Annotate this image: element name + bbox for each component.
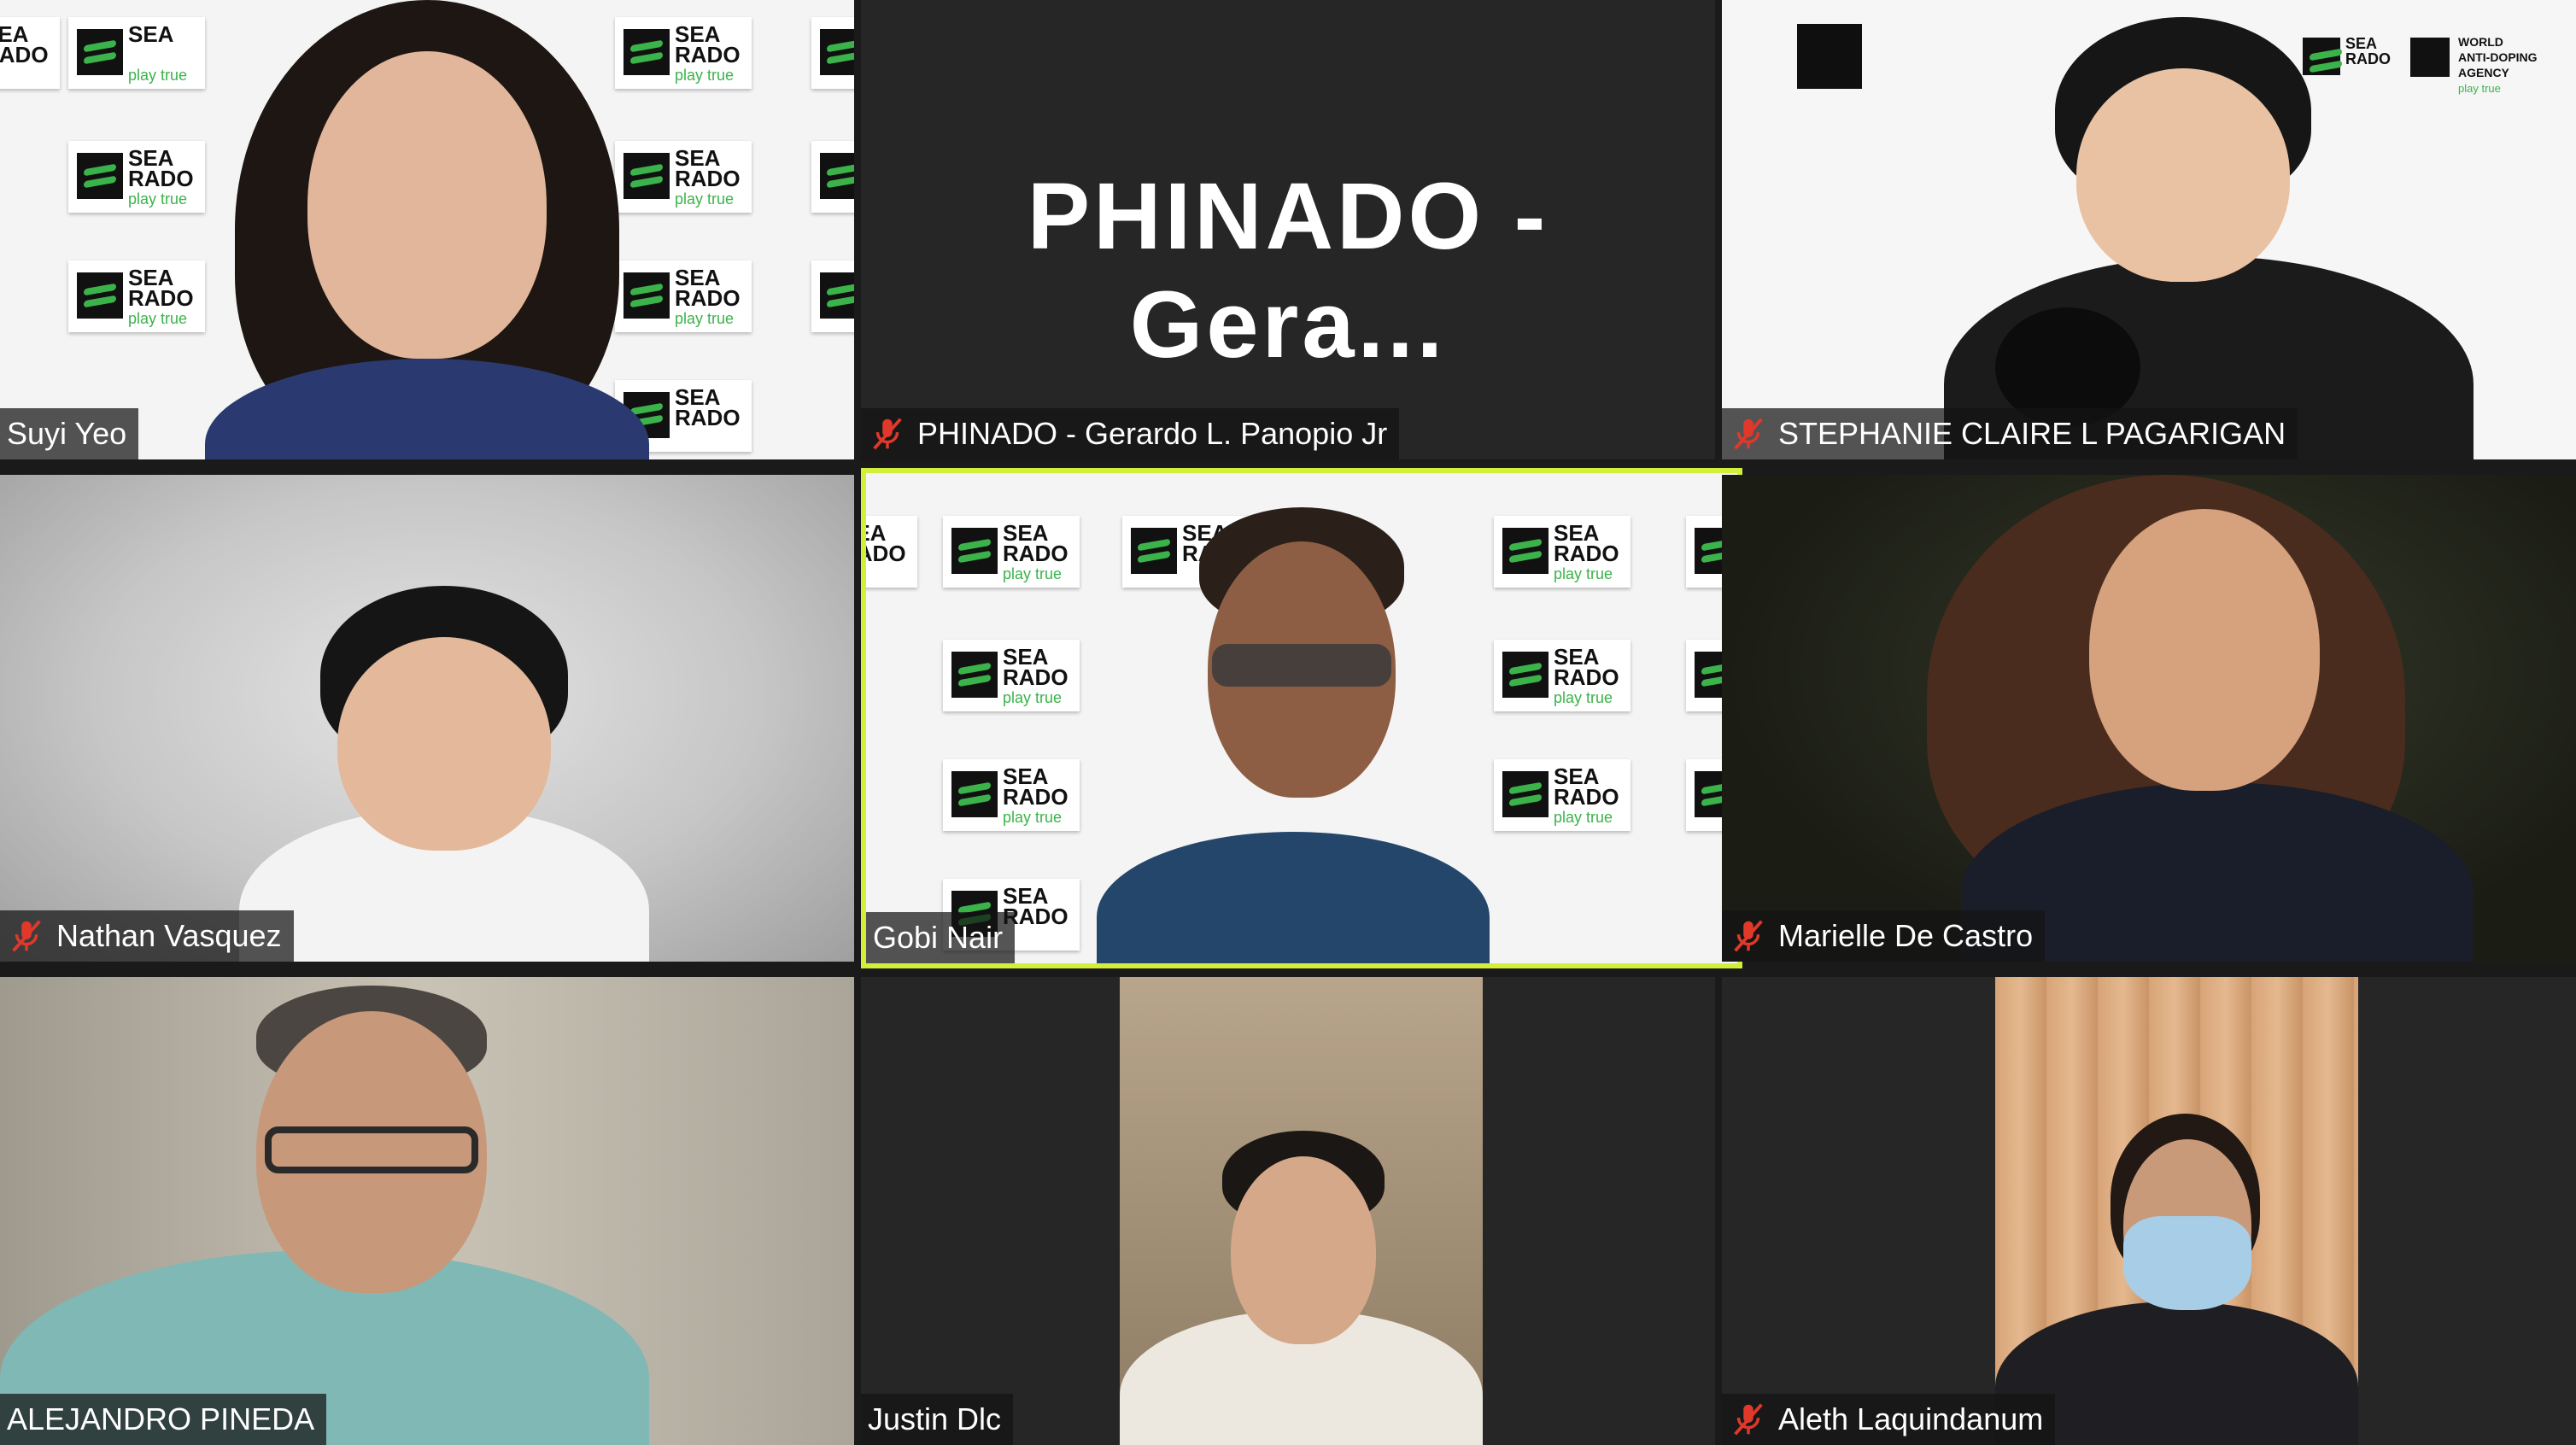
participant-video: SEARADO SEARADOplay true SEARADO SEARADO… <box>866 473 1737 963</box>
muted-microphone-icon <box>1734 920 1763 952</box>
muted-microphone-icon <box>1734 1403 1763 1436</box>
participant-person <box>1867 475 2516 962</box>
muted-microphone-icon <box>1734 418 1763 450</box>
sea-rado-logo: SEA RADO play true <box>943 640 1080 711</box>
participant-name-tag: STEPHANIE CLAIRE L PAGARIGAN <box>1722 408 2298 459</box>
participant-tile[interactable]: SEARADO SEAplay true SEARADOplay true SE… <box>0 0 854 459</box>
sea-rado-logo: SEA RADO play true <box>943 759 1080 831</box>
participant-person <box>154 0 700 459</box>
participant-name-tag: Suyi Yeo <box>0 408 139 459</box>
participant-video <box>1722 475 2576 962</box>
participant-name: Aleth Laquindanum <box>1778 1401 2044 1436</box>
participant-video: SEA RADO WORLD ANTI-DOPING AGENCY play tr… <box>1722 0 2576 459</box>
participant-tile[interactable]: SEA RADO WORLD ANTI-DOPING AGENCY play tr… <box>1722 0 2576 459</box>
participant-video: SEARADO SEAplay true SEARADOplay true SE… <box>0 0 854 459</box>
participant-name: Nathan Vasquez <box>56 918 282 953</box>
participant-display-name: PHINADO - Gera... <box>1027 164 1549 377</box>
participant-name: Marielle De Castro <box>1778 918 2034 953</box>
participant-video <box>0 977 854 1445</box>
sea-rado-logo: SEA RADO play true <box>943 516 1080 588</box>
participant-person <box>1893 0 2491 459</box>
sunglasses <box>1212 644 1391 687</box>
participant-video <box>1995 977 2358 1445</box>
gallery-view: SEARADO SEAplay true SEARADOplay true SE… <box>0 0 2576 1445</box>
participant-tile[interactable]: Aleth Laquindanum <box>1722 977 2576 1445</box>
participant-person <box>0 977 666 1445</box>
event-logo <box>1797 24 1862 89</box>
sea-rado-logo: SEA RADO play true <box>1494 516 1630 588</box>
participant-tile[interactable]: Justin Dlc <box>861 977 1715 1445</box>
participant-name-tag: Nathan Vasquez <box>0 910 294 962</box>
face-mask <box>2123 1216 2251 1310</box>
participant-person <box>1097 507 1490 963</box>
participant-name-tag: Gobi Nair <box>866 912 1016 963</box>
participant-name: Justin Dlc <box>868 1401 1002 1436</box>
participant-name-tag: PHINADO - Gerardo L. Panopio Jr <box>861 408 1400 459</box>
sea-rado-logo <box>811 141 854 213</box>
sea-rado-logo <box>811 260 854 332</box>
participant-name: Suyi Yeo <box>7 416 127 451</box>
participant-name: Gobi Nair <box>873 920 1004 955</box>
participant-tile[interactable]: Marielle De Castro <box>1722 475 2576 962</box>
participant-name-tag: Marielle De Castro <box>1722 910 2046 962</box>
sea-rado-logo: SEARADO <box>0 17 60 89</box>
participant-name: PHINADO - Gerardo L. Panopio Jr <box>917 416 1388 451</box>
participant-name-tag: Justin Dlc <box>861 1394 1014 1445</box>
participant-tile[interactable]: PHINADO - Gera... PHINADO - Gerardo L. P… <box>861 0 1715 459</box>
participant-name: ALEJANDRO PINEDA <box>7 1401 315 1436</box>
sea-rado-logo <box>811 17 854 89</box>
sea-rado-logo: SEARADO <box>866 516 917 588</box>
participant-name-tag: Aleth Laquindanum <box>1722 1394 2056 1445</box>
participant-person <box>1120 1131 1483 1445</box>
participant-video <box>0 475 854 962</box>
muted-microphone-icon <box>12 920 41 952</box>
eyeglasses <box>265 1126 478 1173</box>
muted-microphone-icon <box>873 418 902 450</box>
participant-tile-active-speaker[interactable]: SEARADO SEARADOplay true SEARADO SEARADO… <box>861 468 1742 968</box>
sea-rado-logo: SEA RADO play true <box>1494 640 1630 711</box>
participant-video <box>1120 977 1483 1445</box>
participant-person <box>239 586 649 962</box>
sea-rado-logo: SEA RADO play true <box>1494 759 1630 831</box>
participant-name-tag: ALEJANDRO PINEDA <box>0 1394 327 1445</box>
participant-tile[interactable]: ALEJANDRO PINEDA <box>0 977 854 1445</box>
participant-tile[interactable]: Nathan Vasquez <box>0 475 854 962</box>
participant-name: STEPHANIE CLAIRE L PAGARIGAN <box>1778 416 2286 451</box>
